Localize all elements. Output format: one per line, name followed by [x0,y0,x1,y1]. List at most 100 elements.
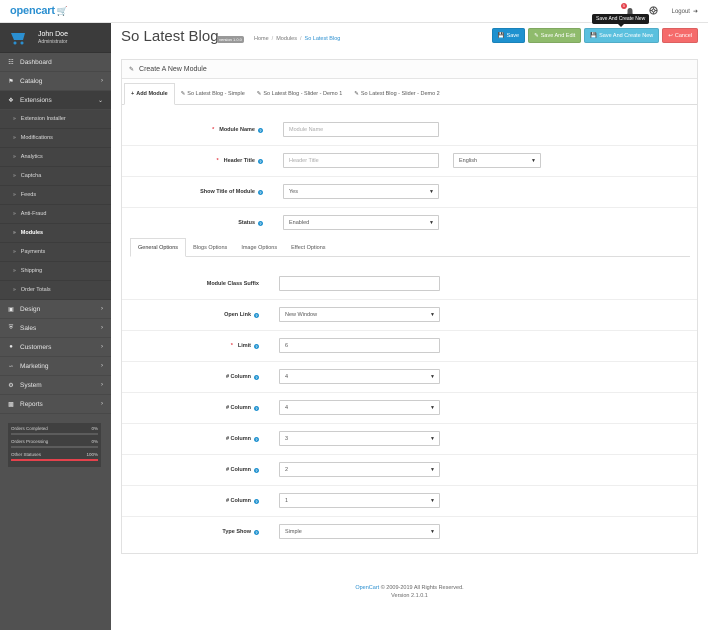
tab-add-module[interactable]: + Add Module [124,83,175,105]
sidebar-item-marketing[interactable]: ∽ Marketing › [0,357,111,376]
question-icon[interactable]: ? [258,189,263,195]
caret-down-icon: ▼ [430,497,435,504]
form-row-column-1: # Column? 4 ▼ [122,362,697,393]
question-icon[interactable]: ? [254,343,259,349]
sidebar-item-customers[interactable]: ● Customers › [0,338,111,357]
show-title-select[interactable]: Yes ▼ [283,184,439,199]
question-icon[interactable]: ? [258,158,263,164]
language-select[interactable]: English ▼ [453,153,541,168]
column-select[interactable]: 4 ▼ [279,400,440,415]
angle-double-right-icon: » [13,135,16,141]
header-title-label: * Header Title? [216,158,263,164]
tab-effect-options[interactable]: Effect Options [284,238,332,257]
stat-label: Other Statuses [11,452,42,457]
limit-input[interactable]: 6 [279,338,440,353]
question-icon[interactable]: ? [254,374,259,380]
tab-blogs-options[interactable]: Blogs Options [186,238,234,257]
sidebar-item-design[interactable]: ▣ Design › [0,300,111,319]
monitor-icon: ▣ [8,306,14,313]
breadcrumb-home[interactable]: Home [254,36,269,42]
cart-icon: ⛨ [8,324,14,331]
question-icon[interactable]: ? [258,220,263,226]
tab-simple[interactable]: ✎ So Latest Blog - Simple [175,83,251,105]
select-value: English [459,157,478,164]
column-select[interactable]: 4 ▼ [279,369,440,384]
module-panel: ✎ Create A New Module + Add Module ✎ So La… [121,59,698,554]
module-name-input[interactable]: Module Name [283,122,439,137]
opencart-logo[interactable]: opencart 🛒 [10,4,68,18]
sidebar-item-sales[interactable]: ⛨ Sales › [0,319,111,338]
question-icon[interactable]: ? [258,127,263,133]
sidebar-subitem-modifications[interactable]: » Modifications [0,129,111,148]
column-select[interactable]: 2 ▼ [279,462,440,477]
sidebar-subitem-anti-fraud[interactable]: » Anti-Fraud [0,205,111,224]
pencil-icon: ✎ [180,91,186,97]
sidebar-subitem-payments[interactable]: » Payments [0,243,111,262]
chevron-right-icon: › [101,306,103,312]
save-label: Save [506,32,520,39]
open-link-label: Open Link? [224,312,259,318]
sidebar-subitem-extension-installer[interactable]: » Extension Installer [0,110,111,129]
status-select[interactable]: Enabled ▼ [283,215,439,230]
opencart-link[interactable]: OpenCart [355,585,379,591]
chevron-down-icon: ⌄ [97,97,103,104]
question-icon[interactable]: ? [254,405,259,411]
tab-slider-demo-1[interactable]: ✎ So Latest Blog - Slider - Demo 1 [251,83,348,105]
column-select[interactable]: 1 ▼ [279,493,440,508]
puzzle-icon: ❖ [8,97,14,104]
sidebar-item-reports[interactable]: ▩ Reports › [0,395,111,414]
tab-general-options[interactable]: General Options [130,238,187,257]
label-text: Open Link [224,312,251,318]
tab-slider-demo-2[interactable]: ✎ So Latest Blog - Slider - Demo 2 [348,83,445,105]
type-show-select[interactable]: Simple ▼ [279,524,440,539]
sidebar-subitem-shipping[interactable]: » Shipping [0,262,111,281]
sidebar-item-extensions[interactable]: ❖ Extensions ⌄ [0,91,111,110]
sidebar-item-system[interactable]: ⚙ System › [0,376,111,395]
cancel-label: Cancel [674,32,692,39]
label-text: Status [238,220,255,226]
cancel-button[interactable]: ↩ Cancel [662,28,698,43]
question-icon[interactable]: ? [254,312,259,318]
breadcrumb-current[interactable]: So Latest Blog [305,36,341,42]
sidebar-subitem-modules[interactable]: » Modules [0,224,111,243]
save-button[interactable]: 💾 Save [491,28,526,43]
select-value: 3 [285,435,289,442]
user-profile[interactable]: John Doe Administrator [0,23,111,53]
sidebar-item-dashboard[interactable]: ☷ Dashboard [0,53,111,72]
help-button[interactable] [648,6,658,17]
status-label: Status? [238,220,263,226]
breadcrumb-modules[interactable]: Modules [276,36,297,42]
question-icon[interactable]: ? [254,498,259,504]
sidebar-item-label: Extensions [20,96,52,104]
sidebar-item-catalog[interactable]: ⚑ Catalog › [0,72,111,91]
question-icon[interactable]: ? [254,529,259,535]
sidebar-item-label: Customers [20,343,52,351]
question-icon[interactable]: ? [254,467,259,473]
version-text: Version 2.1.0.1 [391,593,428,599]
sidebar-subitem-feeds[interactable]: » Feeds [0,186,111,205]
stat-label: Orders Completed [11,426,48,431]
form-row-column-5: # Column? 1 ▼ [122,486,697,517]
sidebar-subitem-captcha[interactable]: » Captcha [0,167,111,186]
open-link-select[interactable]: New Window ▼ [279,307,440,322]
sidebar-subitem-order-totals[interactable]: » Order Totals [0,281,111,300]
save-and-edit-button[interactable]: ✎ Save And Edit [528,28,582,43]
sidebar-subitem-analytics[interactable]: » Analytics [0,148,111,167]
column-select[interactable]: 3 ▼ [279,431,440,446]
caret-down-icon: ▼ [430,528,435,535]
save-and-create-new-button[interactable]: 💾 Save And Create New [584,28,660,43]
select-value: 2 [285,466,289,473]
header-title-input[interactable]: Header Title [283,153,439,168]
logout-link[interactable]: Logout ➜ [672,8,698,16]
class-suffix-input[interactable] [279,276,440,291]
label-text: Module Class Suffix [206,281,259,287]
question-icon[interactable]: ? [254,436,259,442]
caret-down-icon: ▼ [430,466,435,473]
angle-double-right-icon: » [13,249,16,255]
chart-icon: ▩ [8,401,14,408]
tab-image-options[interactable]: Image Options [234,238,284,257]
column-label: # Column? [226,405,259,411]
class-suffix-label: Module Class Suffix [207,281,259,287]
sidebar-subitem-label: Feeds [20,192,37,198]
column-label: # Column? [226,436,259,442]
